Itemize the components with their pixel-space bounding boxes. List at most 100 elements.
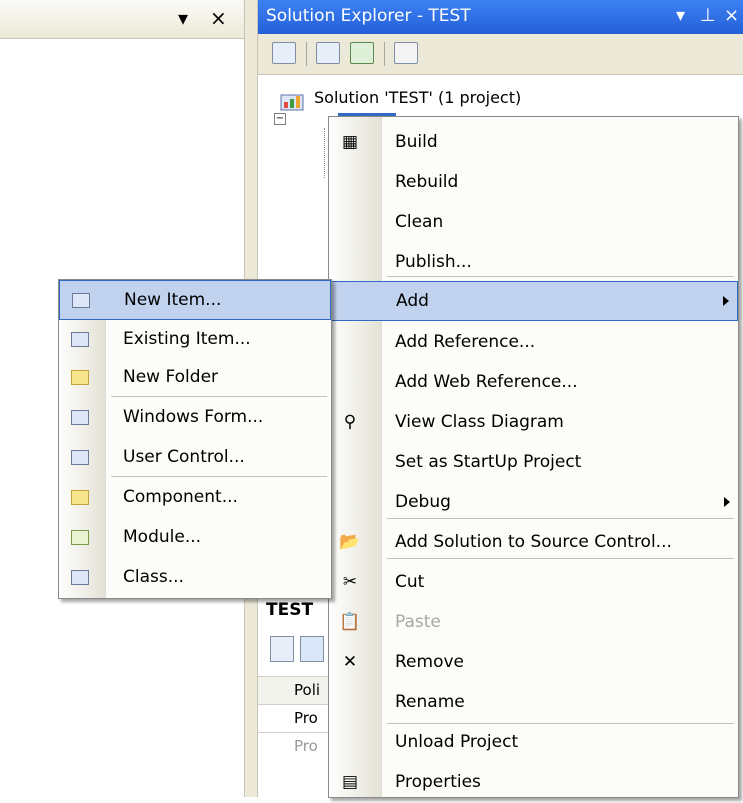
- user-control-icon: [69, 447, 91, 467]
- class-icon: [69, 567, 91, 587]
- menu-item-label: Publish...: [395, 252, 472, 272]
- submenu-item-new-folder[interactable]: New Folder: [59, 358, 331, 398]
- collapse-icon[interactable]: −: [274, 113, 286, 125]
- menu-item-label: Add Reference...: [395, 332, 536, 352]
- menu-item-add-web-reference[interactable]: Add Web Reference...: [329, 363, 738, 403]
- submenu-arrow-icon: [723, 296, 729, 306]
- tree-connector: [324, 128, 326, 178]
- menu-item-add-solution-to-source-control[interactable]: 📂 Add Solution to Source Control...: [329, 523, 738, 563]
- menu-item-view-class-diagram[interactable]: ⚲ View Class Diagram: [329, 403, 738, 443]
- submenu-item-existing-item[interactable]: Existing Item...: [59, 320, 331, 360]
- solution-node[interactable]: Solution 'TEST' (1 project): [314, 88, 521, 107]
- menu-item-label: Clean: [395, 212, 444, 232]
- solution-explorer-toolbar: [258, 34, 743, 75]
- module-icon: [69, 527, 91, 547]
- menu-item-label: Paste: [395, 612, 441, 632]
- submenu-item-label: New Item...: [124, 290, 222, 310]
- submenu-item-label: Windows Form...: [123, 407, 264, 427]
- menu-separator: [387, 276, 734, 277]
- scissors-icon: ✂: [342, 572, 358, 592]
- class-diagram-icon: ⚲: [343, 412, 357, 432]
- component-icon: [69, 487, 91, 507]
- properties-icon[interactable]: [272, 42, 296, 64]
- close-icon[interactable]: ×: [724, 5, 739, 26]
- menu-item-add[interactable]: Add: [329, 281, 738, 321]
- submenu-item-user-control[interactable]: User Control...: [59, 438, 331, 478]
- menu-item-label: Remove: [395, 652, 464, 672]
- categorized-icon[interactable]: [270, 636, 294, 662]
- menu-separator: [111, 476, 327, 477]
- show-all-files-icon[interactable]: [316, 42, 340, 64]
- menu-item-label: View Class Diagram: [395, 412, 564, 432]
- alphabetical-icon[interactable]: [300, 636, 324, 662]
- solution-explorer-title: Solution Explorer - TEST: [266, 6, 471, 26]
- menu-item-label: Properties: [395, 772, 481, 792]
- submenu-item-label: Existing Item...: [123, 329, 251, 349]
- menu-item-label: Build: [395, 132, 438, 152]
- menu-item-label: Add: [396, 291, 429, 311]
- solution-explorer-title-bar: Solution Explorer - TEST ▾ ⊥ ×: [258, 0, 743, 34]
- submenu-item-module[interactable]: Module...: [59, 518, 331, 558]
- menu-item-clean[interactable]: Clean: [329, 203, 738, 243]
- add-submenu: New Item... Existing Item... New Folder Win…: [58, 279, 332, 599]
- menu-item-rename[interactable]: Rename: [329, 683, 738, 723]
- menu-item-add-reference[interactable]: Add Reference...: [329, 323, 738, 363]
- submenu-item-new-item[interactable]: New Item...: [59, 280, 331, 320]
- solution-icon: [280, 94, 304, 111]
- menu-item-debug[interactable]: Debug: [329, 483, 738, 523]
- toolbar-separator: [306, 42, 307, 66]
- class-diagram-icon[interactable]: [394, 42, 418, 64]
- menu-separator: [387, 518, 734, 519]
- menu-item-label: Rebuild: [395, 172, 459, 192]
- remove-icon: ✕: [342, 652, 358, 672]
- menu-item-label: Unload Project: [395, 732, 519, 752]
- submenu-item-class[interactable]: Class...: [59, 558, 331, 598]
- refresh-icon[interactable]: [350, 42, 374, 64]
- toolbar-separator: [384, 42, 385, 66]
- menu-item-properties[interactable]: ▤ Properties: [329, 763, 738, 803]
- menu-item-rebuild[interactable]: Rebuild: [329, 163, 738, 203]
- submenu-item-label: Module...: [123, 527, 202, 547]
- submenu-item-label: User Control...: [123, 447, 245, 467]
- windows-form-icon: [69, 407, 91, 427]
- build-icon: ▦: [341, 132, 359, 152]
- submenu-item-label: Component...: [123, 487, 238, 507]
- menu-item-remove[interactable]: ✕ Remove: [329, 643, 738, 683]
- menu-separator: [111, 396, 327, 397]
- property-row[interactable]: Pro: [258, 732, 333, 761]
- menu-item-label: Set as StartUp Project: [395, 452, 582, 472]
- new-folder-icon: [69, 367, 91, 387]
- submenu-item-windows-form[interactable]: Windows Form...: [59, 398, 331, 438]
- menu-item-set-as-startup-project[interactable]: Set as StartUp Project: [329, 443, 738, 483]
- close-icon[interactable]: ×: [210, 6, 227, 30]
- menu-item-cut[interactable]: ✂ Cut: [329, 563, 738, 603]
- left-panel-header: ▾ ×: [0, 0, 244, 39]
- property-row[interactable]: Pro: [258, 704, 333, 733]
- submenu-item-label: Class...: [123, 567, 184, 587]
- menu-item-label: Cut: [395, 572, 425, 592]
- menu-item-paste: 📋 Paste: [329, 603, 738, 643]
- menu-item-build[interactable]: ▦ Build: [329, 123, 738, 163]
- menu-item-label: Add Web Reference...: [395, 372, 578, 392]
- existing-item-icon: [69, 329, 91, 349]
- folder-add-icon: 📂: [339, 532, 361, 552]
- submenu-item-label: New Folder: [123, 367, 219, 387]
- paste-icon: 📋: [339, 612, 361, 632]
- chevron-down-icon[interactable]: ▾: [676, 5, 685, 26]
- menu-item-label: Add Solution to Source Control...: [395, 532, 672, 552]
- menu-separator: [387, 723, 734, 724]
- submenu-item-component[interactable]: Component...: [59, 478, 331, 518]
- properties-object-name: TEST: [266, 600, 314, 620]
- menu-item-label: Rename: [395, 692, 465, 712]
- submenu-arrow-icon: [724, 497, 730, 507]
- menu-separator: [387, 558, 734, 559]
- menu-item-publish[interactable]: Publish...: [329, 243, 738, 283]
- chevron-down-icon[interactable]: ▾: [178, 6, 188, 30]
- new-item-icon: [70, 290, 92, 310]
- menu-item-unload-project[interactable]: Unload Project: [329, 723, 738, 763]
- properties-icon: ▤: [341, 772, 359, 792]
- pin-icon[interactable]: ⊥: [700, 5, 716, 26]
- project-context-menu: ▦ Build Rebuild Clean Publish... Add Add Refer…: [328, 116, 739, 798]
- menu-item-label: Debug: [395, 492, 451, 512]
- property-row[interactable]: Poli: [258, 676, 333, 705]
